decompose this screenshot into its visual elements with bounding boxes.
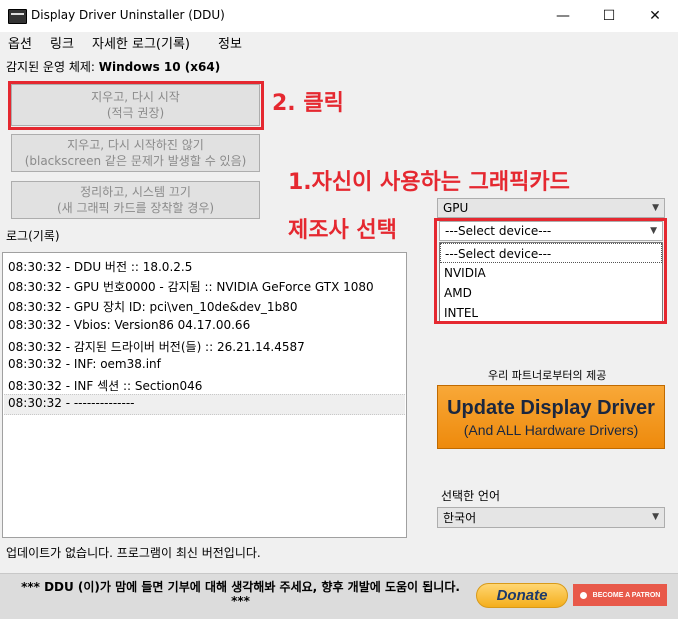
banner-title: Update Display Driver xyxy=(447,396,655,419)
menu-links[interactable]: 링크 xyxy=(50,33,74,52)
log-line: 08:30:32 - INF: oem38.inf xyxy=(8,357,161,371)
highlight-device-select xyxy=(434,218,667,324)
minimize-button[interactable]: — xyxy=(540,0,586,32)
device-type-value: GPU xyxy=(443,201,469,215)
annotation-step1-line1: 1.자신이 사용하는 그래픽카드 xyxy=(288,170,570,195)
chevron-down-icon: ▼ xyxy=(652,512,659,522)
language-select[interactable]: 한국어 ▼ xyxy=(437,507,665,528)
log-line: 08:30:32 - GPU 번호0000 - 감지됨 :: NVIDIA Ge… xyxy=(8,280,374,294)
clean-shutdown-button[interactable]: 정리하고, 시스템 끄기 (새 그래픽 카드를 장착할 경우) xyxy=(11,181,260,219)
log-list[interactable]: 08:30:32 - DDU 버전 :: 18.0.2.5 08:30:32 -… xyxy=(2,252,407,538)
highlight-clean-restart xyxy=(8,81,264,130)
partner-label: 우리 파트너로부터의 제공 xyxy=(488,369,607,382)
update-driver-banner[interactable]: Update Display Driver (And ALL Hardware … xyxy=(437,385,665,449)
patron-button[interactable]: BECOME A PATRON xyxy=(573,584,667,606)
log-line: 08:30:32 - Vbios: Version86 04.17.00.66 xyxy=(8,318,251,332)
patreon-icon xyxy=(579,591,587,599)
patron-label: BECOME A PATRON xyxy=(592,591,661,599)
close-button[interactable]: ✕ xyxy=(632,0,678,32)
status-text: 업데이트가 없습니다. 프로그램이 최신 버전입니다. xyxy=(6,546,261,560)
os-value: Windows 10 (x64) xyxy=(98,60,221,74)
menu-info[interactable]: 정보 xyxy=(218,33,242,52)
annotation-step1-line2: 제조사 선택 xyxy=(288,218,397,243)
donation-message-line1: *** DDU (이)가 맘에 들면 기부에 대해 생각해봐 주세요, 향후 개… xyxy=(21,580,460,594)
os-label: 감지된 운영 체제: xyxy=(6,60,95,74)
annotation-step2: 2. 클릭 xyxy=(272,91,344,116)
menu-options[interactable]: 옵션 xyxy=(8,33,32,52)
log-line: 08:30:32 - DDU 버전 :: 18.0.2.5 xyxy=(8,260,193,274)
donate-button[interactable]: Donate xyxy=(476,583,568,608)
banner-subtitle: (And ALL Hardware Drivers) xyxy=(463,421,639,438)
chevron-down-icon: ▼ xyxy=(652,203,659,213)
device-type-select[interactable]: GPU ▼ xyxy=(437,198,665,218)
language-label: 선택한 언어 xyxy=(441,489,501,503)
log-line: 08:30:32 - INF 섹션 :: Section046 xyxy=(8,379,203,393)
maximize-button[interactable]: ☐ xyxy=(586,0,632,32)
clean-no-restart-button[interactable]: 지우고, 다시 시작하진 않기 (blackscreen 같은 문제가 발생할 … xyxy=(11,134,260,172)
app-icon xyxy=(8,9,27,24)
donation-message: *** DDU (이)가 맘에 들면 기부에 대해 생각해봐 주세요, 향후 개… xyxy=(8,580,473,608)
language-value: 한국어 xyxy=(443,511,477,525)
menu-detailed-log[interactable]: 자세한 로그(기록) xyxy=(92,33,190,52)
clean-shutdown-line1: 정리하고, 시스템 끄기 xyxy=(80,185,191,199)
log-line: 08:30:32 - 감지된 드라이버 버전(들) :: 26.21.14.45… xyxy=(8,340,305,354)
os-detected: 감지된 운영 체제: Windows 10 (x64) xyxy=(6,58,220,75)
log-label: 로그(기록) xyxy=(6,229,60,243)
donation-message-line2: *** xyxy=(231,594,250,608)
log-line: 08:30:32 - GPU 장치 ID: pci\ven_10de&dev_1… xyxy=(8,300,298,314)
clean-shutdown-line2: (새 그래픽 카드를 장착할 경우) xyxy=(56,201,215,215)
log-line: 08:30:32 - -------------- xyxy=(8,396,135,410)
clean-no-restart-line2: (blackscreen 같은 문제가 발생할 수 있음) xyxy=(24,154,247,168)
clean-no-restart-line1: 지우고, 다시 시작하진 않기 xyxy=(67,138,204,152)
window-title: Display Driver Uninstaller (DDU) xyxy=(31,8,225,22)
